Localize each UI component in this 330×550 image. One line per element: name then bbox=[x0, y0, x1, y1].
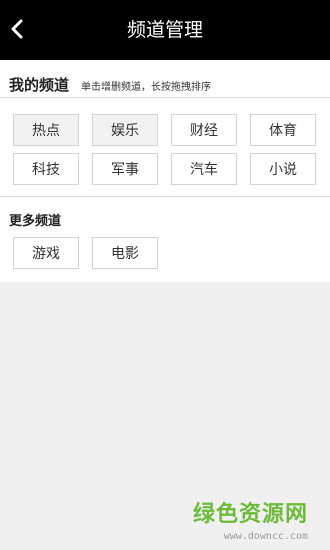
channel-panel: 我的频道 单击增删频道，长按拖拽排序 热点 娱乐 财经 体育 科技 军事 汽车 … bbox=[0, 60, 330, 282]
channel-chip-finance[interactable]: 财经 bbox=[171, 114, 237, 146]
channel-chip-entertainment[interactable]: 娱乐 bbox=[92, 114, 158, 146]
more-channels-title: 更多频道 bbox=[9, 214, 62, 229]
channel-chip-tech[interactable]: 科技 bbox=[13, 153, 79, 185]
channel-chip-sports[interactable]: 体育 bbox=[250, 114, 316, 146]
watermark-url: www.downcc.com bbox=[223, 531, 308, 542]
channel-chip-auto[interactable]: 汽车 bbox=[171, 153, 237, 185]
my-channels-title: 我的频道 bbox=[9, 76, 70, 94]
watermark-logo: 绿色资源网 bbox=[192, 502, 308, 527]
more-channels-header: 更多频道 bbox=[9, 210, 61, 229]
divider bbox=[0, 97, 330, 98]
channel-chip-games[interactable]: 游戏 bbox=[13, 237, 79, 269]
channel-chip-movies[interactable]: 电影 bbox=[92, 237, 158, 269]
channel-chip-novel[interactable]: 小说 bbox=[250, 153, 316, 185]
watermark: 绿色资源网 www.downcc.com bbox=[193, 496, 308, 542]
my-channels-hint: 单击增删频道，长按拖拽排序 bbox=[81, 82, 212, 93]
my-channels-header: 我的频道 单击增删频道，长按拖拽排序 bbox=[9, 74, 211, 95]
channel-chip-military[interactable]: 军事 bbox=[92, 153, 158, 185]
page-title: 频道管理 bbox=[126, 19, 203, 41]
top-bar: 频道管理 bbox=[0, 0, 330, 60]
channel-chip-hot[interactable]: 热点 bbox=[13, 114, 79, 146]
divider bbox=[0, 196, 330, 197]
